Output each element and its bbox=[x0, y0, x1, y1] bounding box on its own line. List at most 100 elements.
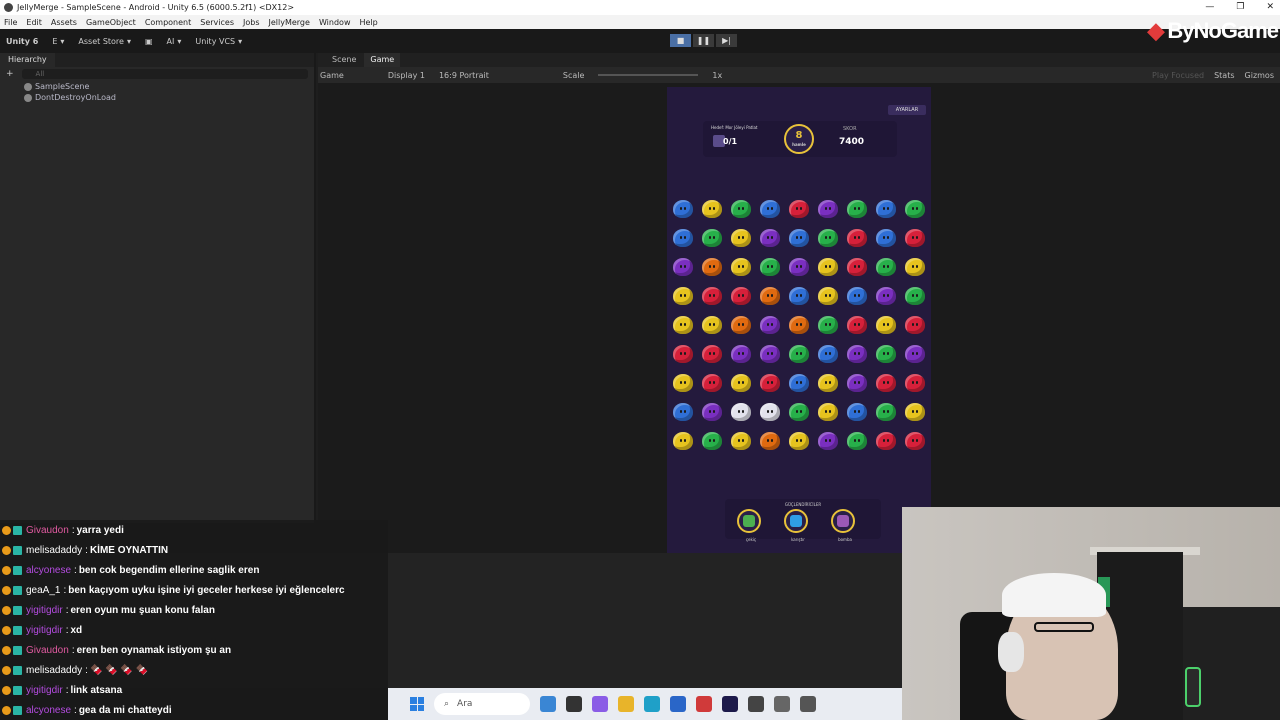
minimize-button[interactable]: — bbox=[1205, 0, 1214, 15]
game-render-view[interactable]: AYARLAR Hedef: Mor Jöleyi Patlat 0/1 8 ha… bbox=[667, 87, 931, 553]
jelly-piece[interactable] bbox=[702, 345, 722, 363]
taskview-icon[interactable] bbox=[540, 696, 556, 712]
jelly-piece[interactable] bbox=[905, 345, 925, 363]
tab-hierarchy[interactable]: Hierarchy bbox=[0, 53, 55, 67]
play-button[interactable]: ■ bbox=[670, 34, 691, 47]
jelly-piece[interactable] bbox=[847, 200, 867, 218]
jelly-piece[interactable] bbox=[789, 316, 809, 334]
add-icon[interactable]: + bbox=[6, 69, 14, 79]
jelly-piece[interactable] bbox=[702, 287, 722, 305]
jelly-piece[interactable] bbox=[731, 403, 751, 421]
jelly-piece[interactable] bbox=[760, 200, 780, 218]
terminal-icon[interactable] bbox=[566, 696, 582, 712]
pause-button[interactable]: ❚❚ bbox=[693, 34, 714, 47]
jelly-piece[interactable] bbox=[731, 432, 751, 450]
menu-services[interactable]: Services bbox=[200, 18, 234, 27]
jelly-piece[interactable] bbox=[876, 258, 896, 276]
jelly-piece[interactable] bbox=[789, 229, 809, 247]
jelly-piece[interactable] bbox=[847, 403, 867, 421]
jelly-piece[interactable] bbox=[731, 287, 751, 305]
jelly-piece[interactable] bbox=[673, 287, 693, 305]
jelly-piece[interactable] bbox=[760, 432, 780, 450]
jelly-piece[interactable] bbox=[876, 287, 896, 305]
asset-store-button[interactable]: Asset Store ▾ bbox=[78, 37, 131, 46]
menu-edit[interactable]: Edit bbox=[26, 18, 42, 27]
jelly-piece[interactable] bbox=[847, 432, 867, 450]
menu-window[interactable]: Window bbox=[319, 18, 351, 27]
tab-scene[interactable]: Scene bbox=[326, 53, 362, 67]
jelly-piece[interactable] bbox=[847, 287, 867, 305]
menu-component[interactable]: Component bbox=[145, 18, 191, 27]
jelly-piece[interactable] bbox=[905, 316, 925, 334]
jelly-piece[interactable] bbox=[789, 258, 809, 276]
scale-slider[interactable] bbox=[598, 74, 699, 76]
menu-jellymerge[interactable]: JellyMerge bbox=[269, 18, 310, 27]
jelly-piece[interactable] bbox=[673, 258, 693, 276]
jelly-piece[interactable] bbox=[905, 287, 925, 305]
jelly-piece[interactable] bbox=[876, 432, 896, 450]
jelly-piece[interactable] bbox=[731, 229, 751, 247]
jelly-piece[interactable] bbox=[876, 200, 896, 218]
menu-assets[interactable]: Assets bbox=[51, 18, 77, 27]
game-mode-dropdown[interactable]: Game bbox=[320, 71, 344, 80]
stats-button[interactable]: Stats bbox=[1214, 71, 1234, 80]
hierarchy-item-dontdestroyonload[interactable]: DontDestroyOnLoad bbox=[0, 92, 314, 103]
jelly-piece[interactable] bbox=[673, 432, 693, 450]
jelly-piece[interactable] bbox=[789, 200, 809, 218]
jelly-piece[interactable] bbox=[673, 200, 693, 218]
jelly-piece[interactable] bbox=[789, 287, 809, 305]
menu-help[interactable]: Help bbox=[359, 18, 377, 27]
hierarchy-search-input[interactable]: All bbox=[21, 69, 308, 79]
jelly-piece[interactable] bbox=[702, 229, 722, 247]
jelly-board[interactable] bbox=[667, 87, 931, 553]
jelly-piece[interactable] bbox=[905, 258, 925, 276]
windows-start-icon[interactable] bbox=[410, 697, 424, 711]
jelly-piece[interactable] bbox=[731, 258, 751, 276]
jelly-piece[interactable] bbox=[789, 374, 809, 392]
jelly-piece[interactable] bbox=[847, 316, 867, 334]
jelly-piece[interactable] bbox=[818, 345, 838, 363]
unity-hub-icon[interactable] bbox=[800, 696, 816, 712]
aspect-dropdown[interactable]: 16:9 Portrait bbox=[439, 71, 489, 80]
settings-icon[interactable] bbox=[774, 696, 790, 712]
jelly-piece[interactable] bbox=[702, 432, 722, 450]
jelly-piece[interactable] bbox=[760, 345, 780, 363]
jelly-piece[interactable] bbox=[818, 200, 838, 218]
jelly-piece[interactable] bbox=[847, 258, 867, 276]
jelly-piece[interactable] bbox=[847, 229, 867, 247]
jelly-piece[interactable] bbox=[876, 345, 896, 363]
jelly-piece[interactable] bbox=[876, 403, 896, 421]
account-dropdown[interactable]: E ▾ bbox=[52, 37, 64, 46]
unity-account-button[interactable]: Unity 6 bbox=[6, 37, 38, 46]
jelly-piece[interactable] bbox=[702, 374, 722, 392]
powerup-hammer-button[interactable]: çekiç bbox=[737, 509, 761, 542]
jelly-piece[interactable] bbox=[876, 229, 896, 247]
store-icon[interactable] bbox=[670, 696, 686, 712]
jelly-piece[interactable] bbox=[905, 200, 925, 218]
jelly-piece[interactable] bbox=[789, 432, 809, 450]
powerup-shuffle-button[interactable]: karıştır bbox=[784, 509, 808, 542]
jelly-piece[interactable] bbox=[760, 229, 780, 247]
jelly-piece[interactable] bbox=[702, 258, 722, 276]
step-button[interactable]: ▶| bbox=[716, 34, 737, 47]
jelly-piece[interactable] bbox=[702, 316, 722, 334]
vcs-dropdown[interactable]: Unity VCS ▾ bbox=[195, 37, 242, 46]
jelly-piece[interactable] bbox=[818, 403, 838, 421]
menu-gameobject[interactable]: GameObject bbox=[86, 18, 136, 27]
taskbar-search[interactable]: ⌕ Ara bbox=[434, 693, 530, 715]
jelly-piece[interactable] bbox=[789, 403, 809, 421]
gizmos-button[interactable]: Gizmos bbox=[1245, 71, 1274, 80]
jelly-piece[interactable] bbox=[876, 316, 896, 334]
jelly-piece[interactable] bbox=[818, 432, 838, 450]
jelly-piece[interactable] bbox=[905, 403, 925, 421]
jelly-piece[interactable] bbox=[673, 345, 693, 363]
edge-icon[interactable] bbox=[644, 696, 660, 712]
jelly-piece[interactable] bbox=[876, 374, 896, 392]
jelly-piece[interactable] bbox=[905, 229, 925, 247]
jelly-piece[interactable] bbox=[905, 432, 925, 450]
menu-jobs[interactable]: Jobs bbox=[243, 18, 260, 27]
hierarchy-item-samplescene[interactable]: SampleScene bbox=[0, 81, 314, 92]
jelly-piece[interactable] bbox=[818, 229, 838, 247]
vivaldi-icon[interactable] bbox=[696, 696, 712, 712]
jelly-piece[interactable] bbox=[731, 345, 751, 363]
